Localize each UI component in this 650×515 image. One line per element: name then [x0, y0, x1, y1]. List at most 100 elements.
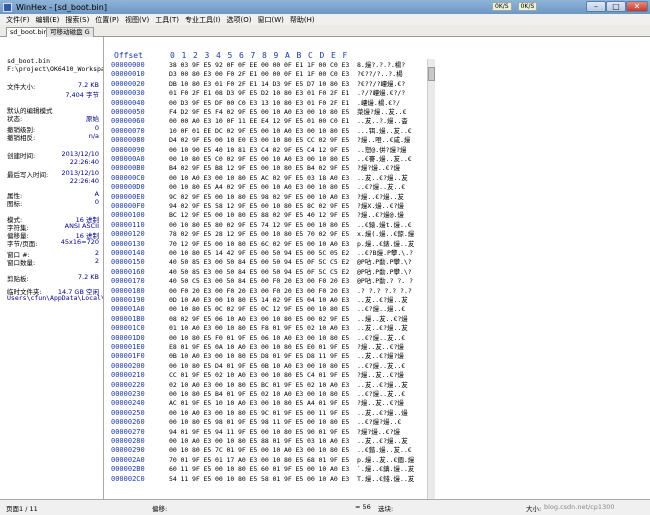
- hex-byte[interactable]: 10: [273, 202, 281, 211]
- hex-byte[interactable]: 9F: [284, 352, 292, 361]
- hex-byte[interactable]: E3: [250, 456, 258, 465]
- hex-byte[interactable]: 00: [261, 258, 269, 267]
- hex-byte[interactable]: 10: [273, 136, 281, 145]
- hex-byte[interactable]: 12: [181, 240, 189, 249]
- hex-byte[interactable]: B4: [169, 164, 177, 173]
- hex-byte[interactable]: 10: [181, 418, 189, 427]
- hex-byte[interactable]: 11: [319, 352, 327, 361]
- hex-row[interactable]: 00000050 F4 D2 9F E5 F4 02 9F E5 00 10 A0 E3 00 10 80 E5…: [105, 108, 650, 117]
- hex-byte[interactable]: 10: [319, 390, 327, 399]
- hex-byte[interactable]: 10: [181, 80, 189, 89]
- hex-bytes[interactable]: 0B 10 A0 E3 00 10 80 E5 D8 01 9F E5 D8 11 9F E5: [169, 352, 353, 361]
- hex-byte[interactable]: E1: [296, 61, 304, 70]
- hex-byte[interactable]: 94: [215, 428, 223, 437]
- hex-byte[interactable]: 9C: [261, 409, 269, 418]
- hex-byte[interactable]: 00: [307, 315, 315, 324]
- hex-byte[interactable]: 11: [273, 418, 281, 427]
- hex-byte[interactable]: 10: [227, 399, 235, 408]
- hex-byte[interactable]: 9F: [284, 193, 292, 202]
- hex-byte[interactable]: E5: [342, 183, 350, 192]
- hex-byte[interactable]: 00: [261, 230, 269, 239]
- hex-byte[interactable]: E5: [342, 446, 350, 455]
- hex-byte[interactable]: E5: [204, 390, 212, 399]
- ascii-text[interactable]: p.熳..€錶.熳..犮: [357, 240, 427, 249]
- hex-byte[interactable]: 9F: [192, 230, 200, 239]
- hex-byte[interactable]: 80: [192, 305, 200, 314]
- hex-row[interactable]: 00000230 00 10 80 E5 B4 01 9F E5 02 10 A0 E3 00 10 80 E5…: [105, 390, 650, 399]
- menu-pro-tools[interactable]: 专业工具(I): [182, 15, 224, 25]
- hex-byte[interactable]: F0: [181, 287, 189, 296]
- hex-byte[interactable]: E3: [204, 296, 212, 305]
- hex-byte[interactable]: E5: [204, 343, 212, 352]
- hex-byte[interactable]: E5: [342, 136, 350, 145]
- hex-byte[interactable]: F0: [273, 277, 281, 286]
- hex-byte[interactable]: 42: [227, 249, 235, 258]
- hex-byte[interactable]: 10: [319, 437, 327, 446]
- ascii-text[interactable]: ..犮..€?熳?熳: [357, 352, 427, 361]
- hex-byte[interactable]: 02: [307, 324, 315, 333]
- hex-byte[interactable]: 9F: [192, 456, 200, 465]
- hex-byte[interactable]: E5: [296, 399, 304, 408]
- ascii-text[interactable]: T.熳..€錢.熳..犮: [357, 475, 427, 484]
- hex-byte[interactable]: F0: [227, 80, 235, 89]
- hex-byte[interactable]: F0: [319, 277, 327, 286]
- hex-byte[interactable]: 00: [215, 324, 223, 333]
- hex-byte[interactable]: 02: [273, 146, 281, 155]
- hex-byte[interactable]: 80: [192, 183, 200, 192]
- hex-byte[interactable]: 9F: [192, 164, 200, 173]
- ascii-text[interactable]: ?熳?熳..€?熳: [357, 428, 427, 437]
- hex-byte[interactable]: E5: [250, 127, 258, 136]
- hex-byte[interactable]: 10: [215, 399, 223, 408]
- hex-byte[interactable]: 9F: [284, 409, 292, 418]
- hex-byte[interactable]: E5: [250, 352, 258, 361]
- hex-byte[interactable]: 9F: [238, 183, 246, 192]
- menu-window[interactable]: 窗口(W): [255, 15, 287, 25]
- hex-byte[interactable]: E5: [296, 315, 304, 324]
- hex-byte[interactable]: E5: [250, 249, 258, 258]
- hex-byte[interactable]: E5: [342, 343, 350, 352]
- hex-byte[interactable]: A0: [192, 352, 200, 361]
- hex-byte[interactable]: 10: [319, 305, 327, 314]
- hex-byte[interactable]: E1: [342, 89, 350, 98]
- hex-byte[interactable]: C5: [192, 277, 200, 286]
- hex-byte[interactable]: E5: [204, 146, 212, 155]
- hex-byte[interactable]: 2F: [192, 89, 200, 98]
- ascii-text[interactable]: @P呫.P勫.? ?. ?: [357, 277, 427, 286]
- hex-byte[interactable]: E3: [342, 193, 350, 202]
- hex-byte[interactable]: 9F: [238, 155, 246, 164]
- hex-byte[interactable]: C4: [307, 371, 315, 380]
- hex-byte[interactable]: 80: [284, 428, 292, 437]
- hex-byte[interactable]: A0: [238, 399, 246, 408]
- hex-byte[interactable]: 03: [181, 61, 189, 70]
- ascii-text[interactable]: ..€?熳..犮..€: [357, 362, 427, 371]
- minimize-button[interactable]: –: [586, 1, 606, 12]
- hex-byte[interactable]: C0: [330, 70, 338, 79]
- hex-byte[interactable]: A0: [238, 456, 246, 465]
- hex-byte[interactable]: 80: [192, 362, 200, 371]
- ascii-text[interactable]: ..€?熳..犮..€: [357, 183, 427, 192]
- hex-byte[interactable]: F0: [319, 89, 327, 98]
- hex-byte[interactable]: A0: [284, 127, 292, 136]
- hex-byte[interactable]: 10: [227, 211, 235, 220]
- hex-byte[interactable]: E5: [342, 221, 350, 230]
- ascii-text[interactable]: ?€??/?嶁熳.€?: [357, 80, 427, 89]
- hex-byte[interactable]: 01: [307, 117, 315, 126]
- hex-byte[interactable]: 9F: [284, 381, 292, 390]
- hex-byte[interactable]: 00: [261, 343, 269, 352]
- hex-byte[interactable]: 00: [307, 127, 315, 136]
- hex-byte[interactable]: E5: [204, 155, 212, 164]
- hex-bytes[interactable]: CC 01 9F E5 02 10 A0 E3 00 10 80 E5 C4 01 9F E5: [169, 371, 353, 380]
- hex-row[interactable]: 000000F0 94 02 9F E5 58 12 9F E5 00 10 80 E5 8C 02 9F E5…: [105, 202, 650, 211]
- hex-bytes[interactable]: 40 50 C5 E3 00 50 84 E5 00 F0 20 E3 00 F0 20 E3: [169, 277, 353, 286]
- hex-byte[interactable]: 94: [169, 428, 177, 437]
- hex-byte[interactable]: 9F: [330, 456, 338, 465]
- hex-byte[interactable]: 9F: [238, 127, 246, 136]
- hex-byte[interactable]: E5: [342, 399, 350, 408]
- hex-byte[interactable]: 9F: [284, 437, 292, 446]
- ascii-text[interactable]: ?熳X.熳..€?熳: [357, 202, 427, 211]
- hex-byte[interactable]: 10: [169, 127, 177, 136]
- hex-byte[interactable]: 00: [319, 117, 327, 126]
- hex-byte[interactable]: 40: [169, 268, 177, 277]
- hex-byte[interactable]: 00: [215, 136, 223, 145]
- hex-byte[interactable]: E3: [296, 277, 304, 286]
